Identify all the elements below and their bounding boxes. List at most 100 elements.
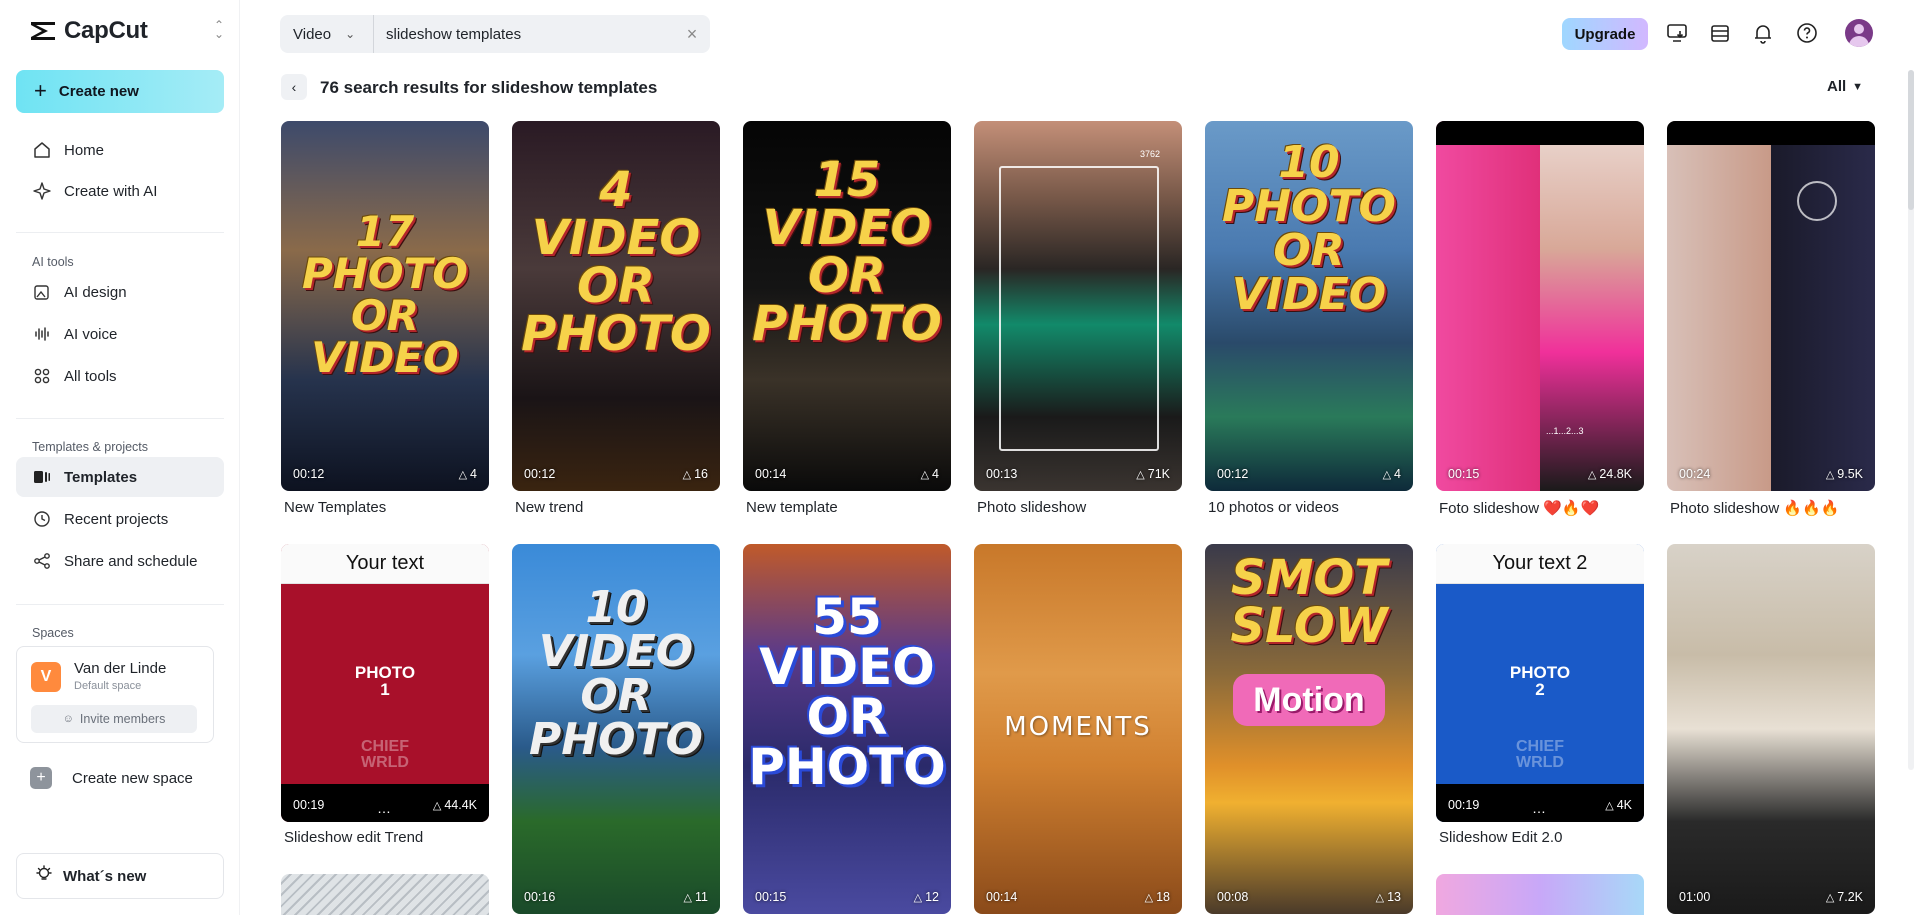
flame-icon: △ bbox=[682, 468, 692, 481]
usage-count: △ 12 bbox=[913, 890, 939, 904]
photo-placeholder-label: PHOTO 2 bbox=[1509, 663, 1571, 699]
sidebar-item-all-tools[interactable]: All tools bbox=[16, 356, 224, 396]
template-title: Photo slideshow bbox=[977, 499, 1087, 516]
sidebar-item-recent-projects[interactable]: Recent projects bbox=[16, 499, 224, 539]
monitor-download-icon[interactable] bbox=[1664, 20, 1690, 46]
sidebar-item-create-with-ai[interactable]: Create with AI bbox=[16, 171, 224, 211]
overlay-counter: ...1...2...3 bbox=[1546, 426, 1584, 436]
flame-icon: △ bbox=[1382, 468, 1392, 481]
photo-frame bbox=[999, 166, 1159, 451]
letterbox-bar bbox=[1667, 121, 1875, 145]
usage-count: △ 4 bbox=[458, 467, 477, 481]
template-thumbnail: Your text PHOTO 1 CHIEF WRLD 00:19 … △ 44… bbox=[281, 544, 489, 822]
search-input[interactable] bbox=[374, 15, 674, 53]
thumbnail-text: 10 VIDEO OR PHOTO bbox=[529, 582, 703, 765]
upgrade-button[interactable]: Upgrade bbox=[1562, 18, 1648, 50]
template-thumbnail: 10 VIDEO OR PHOTO 00:16 △ 11 bbox=[512, 544, 720, 914]
sidebar-divider bbox=[16, 604, 224, 605]
filter-label: All bbox=[1827, 78, 1847, 95]
flame-icon: △ bbox=[432, 799, 442, 812]
image-sparkle-icon bbox=[32, 282, 52, 302]
logo-row[interactable]: CapCut ⌃ ⌄ bbox=[28, 16, 224, 46]
template-title: Slideshow edit Trend bbox=[284, 829, 424, 846]
usage-count: △ 16 bbox=[682, 467, 708, 481]
create-new-space-label: Create new space bbox=[72, 769, 193, 787]
chevron-down-icon: ⌄ bbox=[345, 27, 356, 41]
sidebar-item-home[interactable]: Home bbox=[16, 130, 224, 170]
search-type-select[interactable]: Video ⌄ bbox=[280, 15, 374, 53]
sidebar-item-label: Share and schedule bbox=[64, 552, 198, 570]
inbox-icon[interactable] bbox=[1707, 20, 1733, 46]
scrollbar-thumb[interactable] bbox=[1908, 70, 1914, 210]
duration-label: 00:19 bbox=[1448, 798, 1480, 812]
space-card[interactable]: V Van der Linde Default space ☺ Invite m… bbox=[16, 646, 214, 743]
template-grid: 17 PHOTO OR VIDEO 00:12 △ 4 New Templates… bbox=[281, 121, 1875, 915]
sidebar-item-label: Create with AI bbox=[64, 182, 158, 200]
template-title: Photo slideshow 🔥🔥🔥 bbox=[1670, 500, 1840, 517]
bell-icon[interactable] bbox=[1750, 20, 1776, 46]
flame-icon: △ bbox=[1136, 468, 1145, 481]
waveform-icon bbox=[32, 324, 52, 344]
template-thumbnail: SMOT SLOW Motion 00:08 △ 13 bbox=[1205, 544, 1413, 914]
create-new-space-button[interactable]: + Create new space bbox=[30, 767, 193, 789]
flame-icon: △ bbox=[1825, 891, 1835, 904]
sidebar-item-share-schedule[interactable]: Share and schedule bbox=[16, 541, 224, 581]
sidebar-item-ai-voice[interactable]: AI voice bbox=[16, 314, 224, 354]
back-button[interactable]: ‹ bbox=[281, 74, 307, 100]
thumbnail-text: 10 PHOTO OR VIDEO bbox=[1222, 137, 1396, 320]
template-header-text: Your text 2 bbox=[1436, 544, 1644, 584]
duration-label: 00:13 bbox=[986, 467, 1018, 481]
thumbnail-text: 55 VIDEO OR PHOTO bbox=[748, 588, 946, 796]
usage-count: △ 7.2K bbox=[1825, 890, 1863, 904]
plus-icon: + bbox=[34, 77, 47, 103]
duration-label: 00:14 bbox=[755, 467, 787, 481]
photo-half bbox=[1540, 145, 1644, 491]
duration-label: 00:12 bbox=[293, 467, 325, 481]
flame-icon: △ bbox=[1587, 468, 1597, 481]
thumbnail-text: 17 PHOTO OR VIDEO bbox=[302, 207, 468, 382]
template-title: 10 photos or videos bbox=[1208, 499, 1339, 516]
help-icon[interactable] bbox=[1794, 20, 1820, 46]
template-thumbnail: ...1...2...3 00:15 △ 24.8K bbox=[1436, 121, 1644, 491]
template-thumbnail: 4 VIDEO OR PHOTO 00:12 △ 16 bbox=[512, 121, 720, 491]
invite-members-button[interactable]: ☺ Invite members bbox=[31, 705, 197, 733]
template-thumbnail: 01:00 △ 7.2K bbox=[1667, 544, 1875, 914]
template-thumbnail bbox=[1436, 874, 1644, 915]
duration-label: 01:00 bbox=[1679, 890, 1711, 904]
scrollbar[interactable] bbox=[1908, 70, 1914, 770]
template-thumbnail: 17 PHOTO OR VIDEO 00:12 △ 4 bbox=[281, 121, 489, 491]
share-icon bbox=[32, 551, 52, 571]
flame-icon: △ bbox=[1144, 891, 1154, 904]
template-thumbnail: 00:24 △ 9.5K bbox=[1667, 121, 1875, 491]
user-avatar[interactable] bbox=[1845, 19, 1873, 47]
space-avatar: V bbox=[31, 662, 61, 692]
duration-label: 00:15 bbox=[755, 890, 787, 904]
overlay-counter: 3762 bbox=[1139, 149, 1160, 159]
watermark-text: CHIEF WRLD bbox=[361, 738, 409, 771]
template-thumbnail: 55 VIDEO OR PHOTO 00:15 △ 12 bbox=[743, 544, 951, 914]
invite-members-label: Invite members bbox=[79, 712, 166, 726]
more-icon[interactable]: … bbox=[377, 801, 391, 815]
more-icon[interactable]: … bbox=[1532, 801, 1546, 815]
plus-square-icon: + bbox=[30, 767, 52, 789]
usage-count: △ 24.8K bbox=[1587, 467, 1632, 481]
workspace-switch-icon[interactable]: ⌃ ⌄ bbox=[214, 19, 224, 40]
search-bar: Video ⌄ × bbox=[280, 15, 710, 53]
usage-count: △ 71K bbox=[1136, 467, 1170, 481]
filter-dropdown[interactable]: All ▼ bbox=[1827, 78, 1863, 95]
create-new-button[interactable]: + Create new bbox=[16, 70, 224, 113]
sidebar-item-ai-design[interactable]: AI design bbox=[16, 272, 224, 312]
sidebar-item-templates[interactable]: Templates bbox=[16, 457, 224, 497]
whats-new-button[interactable]: What´s new bbox=[16, 853, 224, 899]
heart-outline-icon bbox=[1797, 181, 1837, 221]
flame-icon: △ bbox=[458, 468, 468, 481]
clear-search-icon[interactable]: × bbox=[674, 15, 710, 53]
usage-count: △ 11 bbox=[683, 890, 708, 904]
thumbnail-text: 4 VIDEO OR PHOTO bbox=[521, 162, 711, 362]
flame-icon: △ bbox=[913, 891, 923, 904]
thumbnail-text: 15 VIDEO OR PHOTO bbox=[752, 152, 942, 352]
template-thumbnail: 3762 00:13 △ 71K bbox=[974, 121, 1182, 491]
person-add-icon: ☺ bbox=[62, 713, 74, 725]
capcut-logo-icon bbox=[28, 19, 58, 43]
thumbnail-text: SMOT SLOW bbox=[1230, 550, 1388, 654]
